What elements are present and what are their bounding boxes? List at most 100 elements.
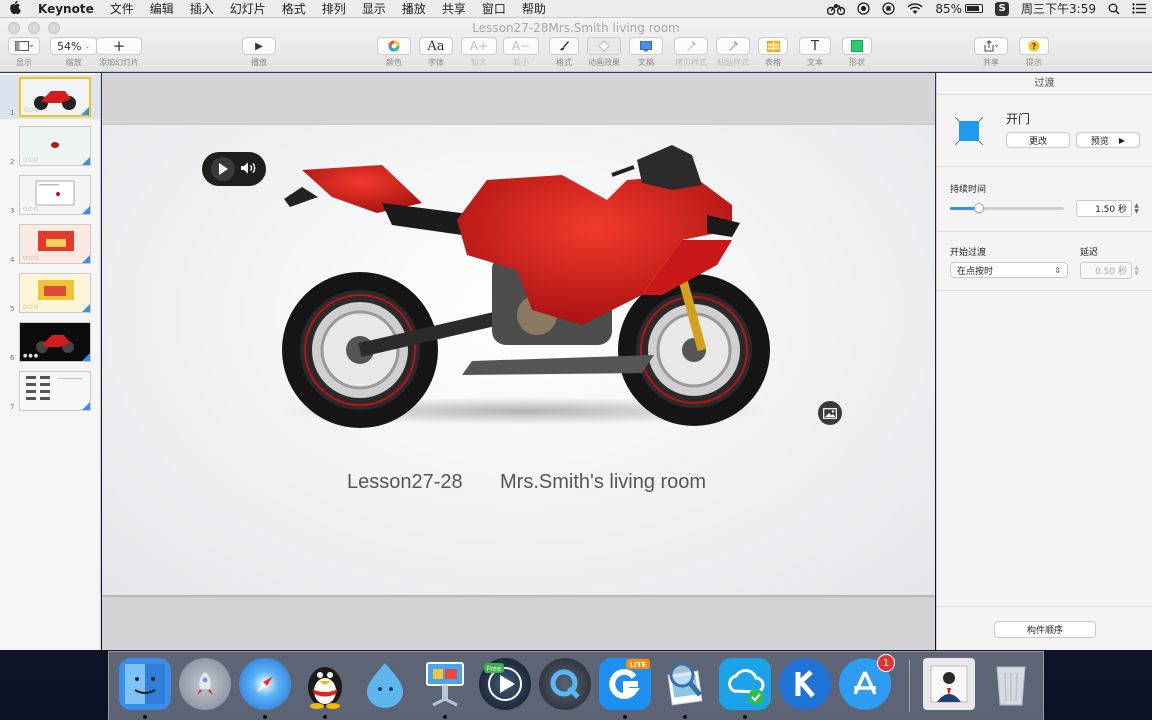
finder-icon[interactable] — [119, 658, 171, 710]
image-placeholder-icon[interactable] — [818, 401, 842, 425]
document-button[interactable]: 文稿 — [629, 37, 663, 68]
color-wheel-icon — [388, 40, 400, 52]
safari-icon[interactable] — [239, 658, 291, 710]
duration-slider-knob[interactable] — [973, 203, 984, 213]
shape-button[interactable]: 形状 — [842, 37, 872, 68]
delay-stepper[interactable]: ▲ ▼ — [1132, 262, 1141, 279]
slide-thumbnail-3[interactable]: 3 ○○○ — [0, 173, 100, 217]
duration-slider[interactable] — [950, 203, 1064, 213]
spotlight-search-icon[interactable] — [1102, 3, 1126, 15]
colors-button[interactable]: 颜色 — [377, 37, 411, 68]
app-store-icon[interactable]: 1 — [839, 654, 895, 710]
duration-field[interactable]: 1.50 秒 — [1076, 200, 1132, 217]
browser-lite-icon[interactable]: LITE — [599, 658, 651, 710]
animate-button[interactable]: 动画效果 — [587, 37, 621, 68]
bigger-font-button[interactable]: A+ 较大 — [461, 37, 497, 68]
menu-view[interactable]: 显示 — [354, 0, 394, 18]
media-player-free-icon[interactable]: Free — [479, 658, 531, 710]
slide-thumbnail-4[interactable]: 4 ○○○ — [0, 222, 100, 266]
menu-play[interactable]: 播放 — [394, 0, 434, 18]
dock-separator — [909, 660, 910, 712]
preview-app-icon[interactable] — [659, 658, 711, 710]
quicktime-icon[interactable] — [539, 658, 591, 710]
battery-status[interactable]: 85% — [929, 0, 989, 18]
slide-thumbnail-2[interactable]: 2 ○○○ — [0, 124, 100, 168]
copy-style-button[interactable]: 拷贝样式 — [674, 37, 708, 68]
slide-lesson-text[interactable]: Lesson27-28 — [347, 471, 463, 494]
slide-thumbnail-7[interactable]: 7 — [0, 369, 100, 413]
menu-arrange[interactable]: 排列 — [314, 0, 354, 18]
keynote-app-icon[interactable] — [419, 658, 471, 710]
slide-thumbnail-6[interactable]: 6 ●●● — [0, 320, 100, 364]
eyedropper-icon — [687, 41, 696, 51]
volume-icon[interactable] — [240, 161, 258, 178]
slide-canvas[interactable]: Lesson27-28 Mrs.Smith's living room — [102, 73, 935, 650]
menu-slide[interactable]: 幻灯片 — [222, 0, 274, 18]
menu-file[interactable]: 文件 — [102, 0, 142, 18]
menu-edit[interactable]: 编辑 — [142, 0, 182, 18]
qq-penguin-icon[interactable] — [299, 658, 351, 710]
share-label: 共享 — [983, 58, 999, 67]
dock: Free LITE 1 — [108, 651, 1044, 720]
media-play-icon[interactable] — [210, 157, 235, 181]
app-store-badge: 1 — [877, 654, 895, 672]
droplet-app-icon[interactable] — [359, 658, 411, 710]
notification-center-icon[interactable] — [1126, 3, 1152, 14]
menu-share[interactable]: 共享 — [434, 0, 474, 18]
stop-status-icon[interactable] — [876, 2, 901, 15]
tips-button[interactable]: ? 提示 — [1019, 37, 1049, 68]
apple-menu-icon[interactable] — [0, 0, 30, 18]
motorcycle-image[interactable] — [262, 145, 782, 435]
running-indicator — [263, 715, 267, 719]
slide-number: 6 — [10, 354, 15, 362]
tips-label: 提示 — [1026, 58, 1042, 67]
bike-status-icon[interactable] — [821, 3, 851, 15]
running-indicator — [623, 715, 627, 719]
slide-thumbnail-1[interactable]: 1 ○○○ — [0, 75, 100, 119]
menu-app-name[interactable]: Keynote — [30, 0, 102, 18]
slide-number: 4 — [10, 256, 15, 264]
format-button[interactable]: 格式 — [549, 37, 579, 68]
current-slide[interactable]: Lesson27-28 Mrs.Smith's living room — [102, 125, 935, 595]
divider — [937, 231, 1152, 232]
duration-stepper[interactable]: ▲ ▼ — [1132, 200, 1141, 217]
delay-field[interactable]: 0.50 秒 — [1080, 262, 1132, 279]
slide-thumbnail-5[interactable]: 5 ○○○ — [0, 271, 100, 315]
battery-percent: 85% — [935, 1, 963, 16]
animate-label: 动画效果 — [588, 58, 620, 67]
cloud-sync-icon[interactable] — [719, 658, 771, 710]
trash-icon[interactable] — [985, 658, 1037, 710]
menu-window[interactable]: 窗口 — [474, 0, 514, 18]
media-controls[interactable] — [202, 152, 266, 186]
table-button[interactable]: 表格 — [758, 37, 788, 68]
text-box-button[interactable]: T 文本 — [799, 37, 831, 68]
menu-format[interactable]: 格式 — [274, 0, 314, 18]
tab-transition[interactable]: 过渡 — [937, 73, 1152, 95]
menu-help[interactable]: 帮助 — [514, 0, 554, 18]
launchpad-icon[interactable] — [179, 658, 231, 710]
slide-title-text[interactable]: Mrs.Smith's living room — [500, 471, 706, 494]
build-order-button[interactable]: 构件顺序 — [994, 621, 1096, 638]
color-label: 颜色 — [386, 58, 402, 67]
add-slide-button[interactable]: + 添加幻灯片 — [96, 37, 142, 68]
k-app-icon[interactable] — [779, 658, 831, 710]
menu-insert[interactable]: 插入 — [182, 0, 222, 18]
s-app-status-icon[interactable]: S — [989, 1, 1015, 16]
paste-style-button[interactable]: 粘贴样式 — [716, 37, 750, 68]
running-indicator — [743, 715, 747, 719]
preview-transition-button[interactable]: 预览 ▶ — [1076, 132, 1140, 148]
zoom-select[interactable]: 54% ⌄ 缩放 — [50, 37, 98, 68]
change-transition-button[interactable]: 更改 — [1006, 132, 1070, 148]
svg-text:LITE: LITE — [630, 661, 647, 669]
play-button[interactable]: ▶ 播放 — [242, 37, 276, 68]
menubar-clock[interactable]: 周三下午3:59 — [1015, 0, 1102, 18]
add-slide-label: 添加幻灯片 — [99, 58, 139, 67]
fonts-button[interactable]: Aa 字体 — [419, 37, 453, 68]
recent-downloads-stack-icon[interactable] — [923, 658, 975, 710]
wifi-icon[interactable] — [901, 2, 929, 15]
record-status-icon[interactable] — [851, 2, 876, 15]
view-menu-button[interactable]: 显示 — [8, 37, 40, 68]
share-button[interactable]: 共享 — [974, 37, 1008, 68]
smaller-font-button[interactable]: A− 较小 — [503, 37, 539, 68]
start-transition-select[interactable]: 在点按时 ⇕ — [950, 262, 1068, 278]
